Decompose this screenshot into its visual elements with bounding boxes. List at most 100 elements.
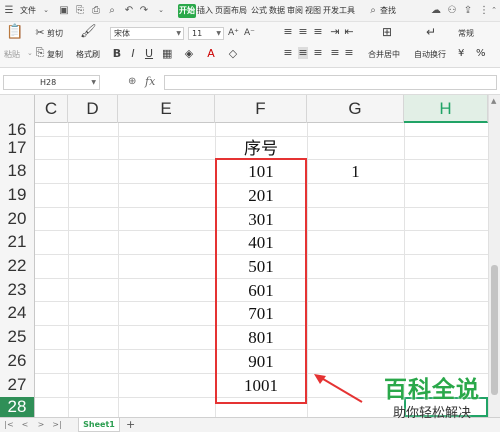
align-middle-icon[interactable]: ≡ [298,26,308,38]
print-preview-icon[interactable]: ⌕ [106,4,118,17]
row-header-17[interactable]: 17 [0,136,35,159]
tab-data[interactable]: 数据 [269,5,285,16]
column-header-h[interactable]: H [404,95,488,123]
zoom-icon[interactable]: ⊕ [128,76,136,87]
hamburger-menu-icon[interactable]: ☰ [3,4,15,17]
file-menu[interactable]: 文件 [20,5,36,16]
row-header-19[interactable]: 19 [0,183,35,207]
export-icon[interactable]: ⎘ [74,4,86,17]
fill-color-icon[interactable]: ◈ [184,48,194,60]
row-header-25[interactable]: 25 [0,325,35,349]
fx-button[interactable]: fx [145,75,155,88]
share-icon[interactable]: ⇪ [462,4,474,17]
print-icon[interactable]: ⎙ [90,4,102,17]
cloud-icon[interactable]: ☁ [430,4,442,17]
chevron-down-icon[interactable]: ⌄ [40,4,52,17]
merge-center-icon[interactable]: ⊞ [380,26,394,38]
border-icon[interactable]: ▦ [162,48,172,60]
align-bottom-icon[interactable]: ≡ [313,26,323,38]
scrollbar-thumb[interactable] [491,265,498,395]
tab-formulas[interactable]: 公式 [251,5,267,16]
row-header-27[interactable]: 27 [0,373,35,397]
user-icon[interactable]: ⚇ [446,4,458,17]
format-painter-button[interactable]: 格式刷 [76,49,100,60]
gridline [68,123,69,417]
column-header-e[interactable]: E [118,95,215,123]
percent-button[interactable]: % [476,48,486,59]
bold-icon[interactable]: B [112,48,122,60]
cut-button[interactable]: 剪切 [47,28,63,39]
row-header-26[interactable]: 26 [0,349,35,373]
arrow-line [317,375,363,403]
merge-center-button[interactable]: 合并居中 [368,49,400,60]
row-header-28[interactable]: 28 [0,397,35,417]
watermark-title: 百科全说 [384,377,480,403]
tab-insert[interactable]: 插入 [197,5,213,16]
tab-developer[interactable]: 开发工具 [323,5,355,16]
paste-dropdown-icon[interactable]: ⌄ [27,49,33,57]
row-header-22[interactable]: 22 [0,254,35,278]
copy-icon[interactable]: ⎘ [35,47,45,59]
save-icon[interactable]: ▣ [58,4,70,17]
currency-button[interactable]: ¥ [458,48,464,59]
tab-page-layout[interactable]: 页面布局 [215,5,247,16]
row-header-23[interactable]: 23 [0,278,35,301]
row-header-21[interactable]: 21 [0,230,35,254]
search-label[interactable]: 查找 [380,5,396,16]
font-color-icon[interactable]: A [206,48,216,60]
scissors-icon[interactable]: ✂ [35,27,45,39]
row-header-16[interactable]: 16 [0,123,35,136]
align-left-icon[interactable]: ≡ [283,47,293,59]
distributed-icon[interactable]: ≡ [344,47,354,59]
column-header-g[interactable]: G [307,95,404,123]
sheet-tab-sheet1[interactable]: Sheet1 [78,418,120,432]
align-top-icon[interactable]: ≡ [283,26,293,38]
first-sheet-icon[interactable]: |< [4,419,14,431]
column-header-f[interactable]: F [215,95,307,123]
vertical-scrollbar[interactable]: ▲ [488,95,500,417]
row-header-20[interactable]: 20 [0,207,35,230]
row-header-24[interactable]: 24 [0,301,35,325]
add-sheet-button[interactable]: + [126,418,135,432]
column-header-d[interactable]: D [68,95,118,123]
increase-indent-icon[interactable]: ⇥ [330,26,340,38]
scroll-up-icon[interactable]: ▲ [491,97,496,105]
decrease-font-icon[interactable]: A⁻ [244,27,255,39]
chevron-down-icon[interactable]: ⌄ [155,4,167,17]
font-name-select[interactable]: 宋体 ▼ [110,27,184,40]
clear-icon[interactable]: ◇ [228,48,238,60]
name-box[interactable]: H28 ▼ [3,75,100,90]
justify-icon[interactable]: ≡ [330,47,340,59]
paste-button[interactable]: 粘贴 [4,49,20,60]
tab-start[interactable]: 开始 [178,4,196,18]
watermark-subtitle: 助你轻松解决 [392,406,471,421]
collapse-ribbon-icon[interactable]: ⌃ [488,4,500,17]
row-header-18[interactable]: 18 [0,159,35,183]
formula-input[interactable] [164,75,497,90]
font-size-select[interactable]: 11 ▼ [188,27,224,40]
decrease-indent-icon[interactable]: ⇤ [344,26,354,38]
align-right-icon[interactable]: ≡ [313,47,323,59]
next-sheet-icon[interactable]: > [36,419,46,431]
underline-icon[interactable]: U [144,48,154,60]
copy-button[interactable]: 复制 [47,49,63,60]
prev-sheet-icon[interactable]: < [20,419,30,431]
select-all-corner[interactable] [0,95,35,123]
paste-icon[interactable]: 📋 [6,25,23,39]
cell-f17[interactable]: 序号 [215,137,307,159]
tab-view[interactable]: 视图 [305,5,321,16]
search-icon[interactable]: ⌕ [367,4,379,17]
last-sheet-icon[interactable]: >| [52,419,62,431]
undo-icon[interactable]: ↶ [123,4,135,17]
number-format-select[interactable]: 常规 [458,28,474,39]
increase-font-icon[interactable]: A⁺ [228,27,239,39]
format-painter-icon[interactable]: 🖌 [80,25,97,38]
column-header-c[interactable]: C [35,95,68,123]
italic-icon[interactable]: I [128,48,138,60]
tab-review[interactable]: 审阅 [287,5,303,16]
align-center-icon[interactable]: ≡ [298,47,308,59]
redo-icon[interactable]: ↷ [138,4,150,17]
wrap-text-icon[interactable]: ↵ [424,26,438,38]
wrap-text-button[interactable]: 自动换行 [414,49,446,60]
cell-g18[interactable]: 1 [307,159,404,183]
